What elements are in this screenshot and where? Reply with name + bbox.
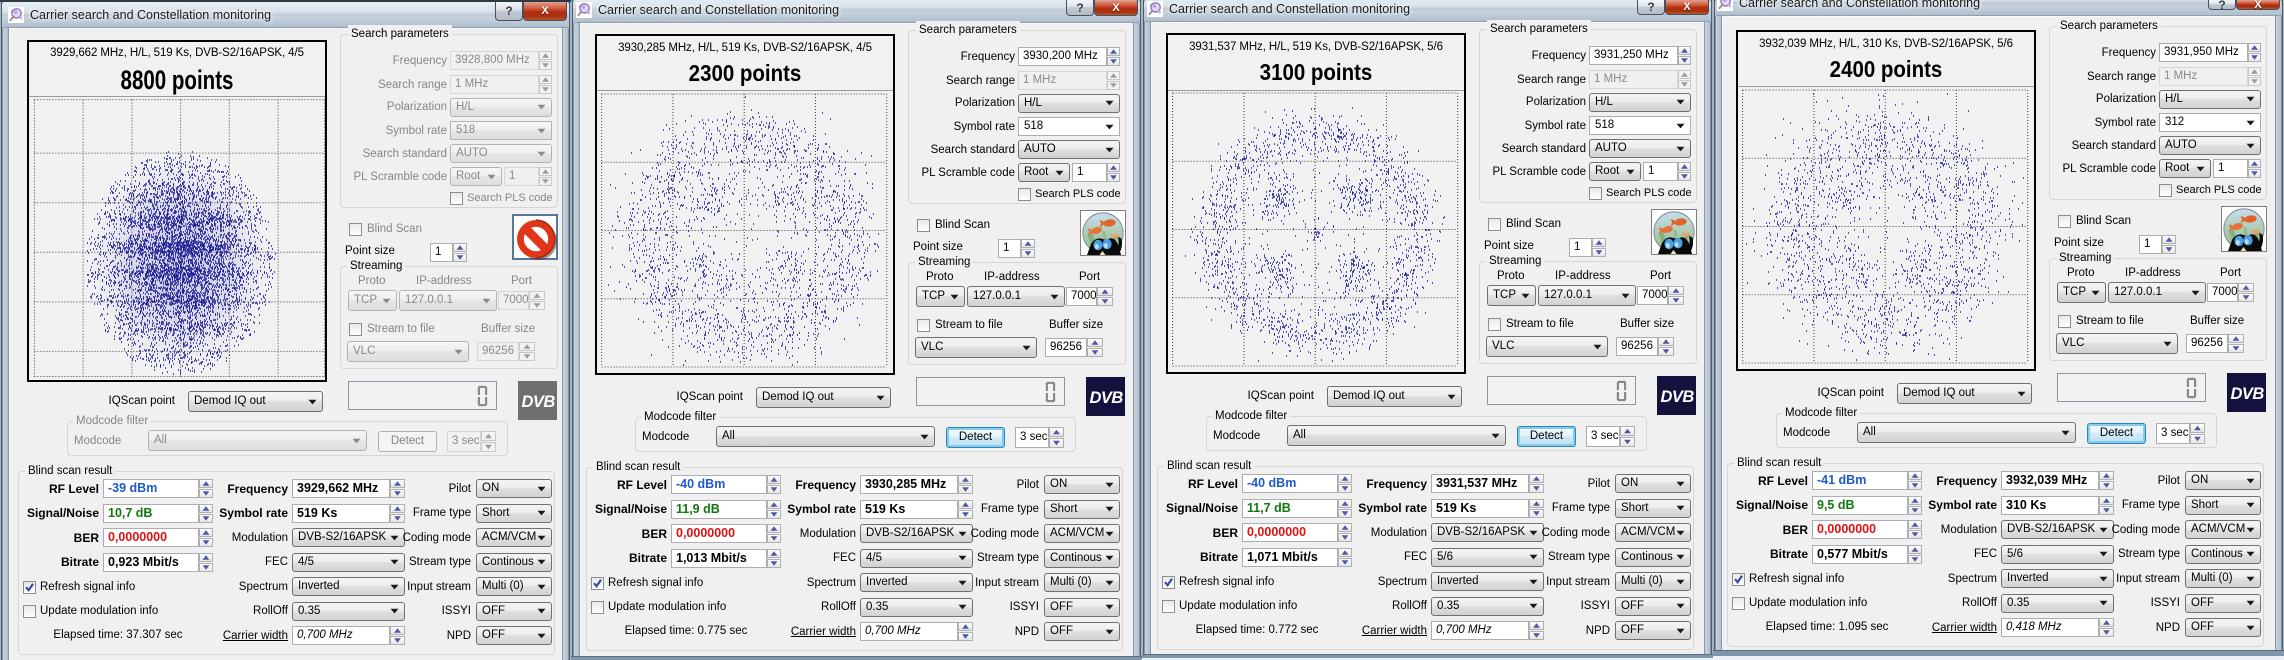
svg-text:DVB: DVB [1090, 389, 1124, 407]
svg-text:DVB: DVB [1661, 388, 1695, 406]
svg-text:DVB: DVB [522, 393, 556, 411]
svg-text:DVB: DVB [2231, 385, 2265, 403]
